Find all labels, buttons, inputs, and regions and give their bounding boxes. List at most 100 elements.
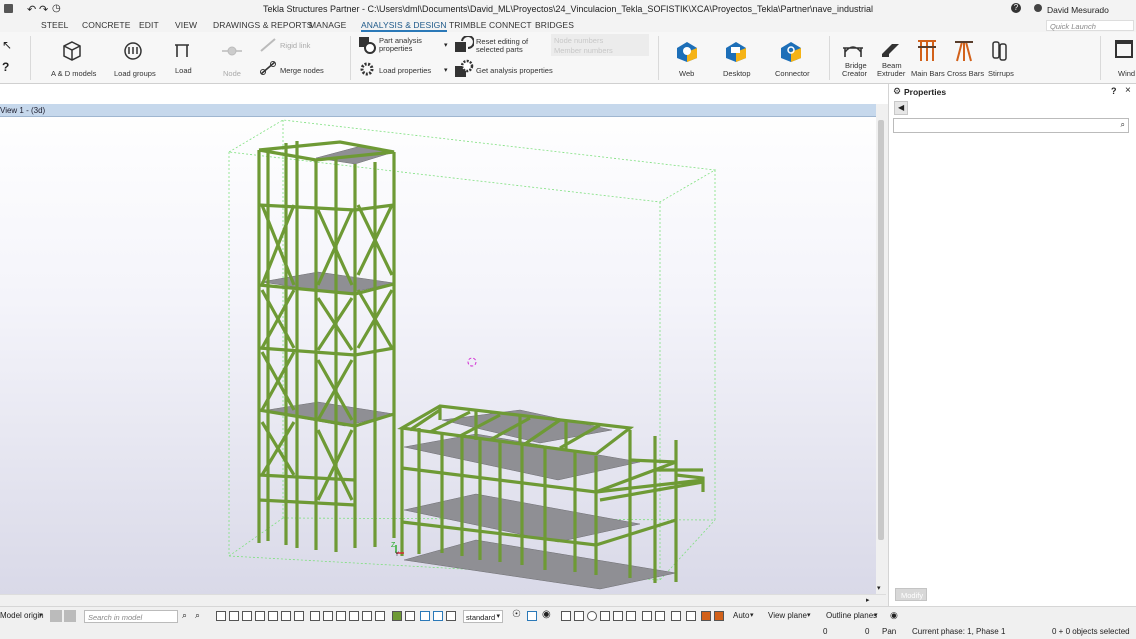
- reset-editing-icon[interactable]: [454, 36, 474, 54]
- select-surfaces-icon[interactable]: [362, 611, 372, 621]
- search-icon[interactable]: ⌕: [182, 610, 187, 621]
- ad-models-icon[interactable]: [62, 41, 82, 61]
- select-loads-icon[interactable]: [405, 611, 415, 621]
- select-cuts-icon[interactable]: [294, 611, 304, 621]
- chevron-down-icon[interactable]: ▾: [874, 611, 878, 619]
- menu-drawings-reports[interactable]: DRAWINGS & REPORTS: [213, 20, 313, 30]
- current-phase[interactable]: Current phase: 1, Phase 1: [912, 627, 1005, 636]
- select-assembly-icon[interactable]: [420, 611, 430, 621]
- select-grid-icon[interactable]: [255, 611, 265, 621]
- vertical-scrollbar[interactable]: ▾: [876, 104, 886, 594]
- snap-override-icon[interactable]: [527, 611, 537, 621]
- quick-launch-input[interactable]: Quick Launch: [1046, 20, 1134, 31]
- snap-ref-lines-icon[interactable]: [561, 611, 571, 621]
- select-lines-icon[interactable]: [268, 611, 278, 621]
- chevron-down-icon[interactable]: ▾: [39, 611, 43, 619]
- load-icon[interactable]: [172, 41, 192, 61]
- ad-models-label[interactable]: A & D models: [51, 69, 96, 78]
- menu-concrete[interactable]: CONCRETE: [82, 20, 131, 30]
- menu-analysis-design[interactable]: ANALYSIS & DESIGN: [361, 20, 447, 32]
- part-analysis-icon[interactable]: [358, 36, 376, 54]
- select-components-icon[interactable]: [336, 611, 346, 621]
- horizontal-scrollbar[interactable]: ▸: [0, 594, 886, 606]
- connector-icon[interactable]: [780, 41, 802, 63]
- snap-perpendicular-icon[interactable]: [626, 611, 636, 621]
- snap-midpoint-icon[interactable]: [613, 611, 623, 621]
- menu-trimble-connect[interactable]: TRIMBLE CONNECT: [449, 20, 532, 30]
- web-label[interactable]: Web: [679, 69, 694, 78]
- properties-search-input[interactable]: ⌕: [893, 118, 1129, 133]
- snap-parts-icon[interactable]: [714, 611, 724, 621]
- beam-extruder-icon[interactable]: [880, 40, 900, 58]
- load-groups-icon[interactable]: [123, 41, 143, 61]
- cross-bars-icon[interactable]: [953, 39, 975, 63]
- view-plane-select[interactable]: View plane: [768, 611, 807, 620]
- get-analysis-label[interactable]: Get analysis properties: [476, 66, 553, 75]
- windows-label[interactable]: Wind: [1118, 69, 1135, 78]
- vertical-scroll-thumb[interactable]: [878, 120, 884, 540]
- menu-steel[interactable]: STEEL: [41, 20, 68, 30]
- chevron-down-icon[interactable]: ▾: [750, 611, 754, 619]
- snap-rebar-icon[interactable]: [701, 611, 711, 621]
- menu-manage[interactable]: MANAGE: [309, 20, 346, 30]
- chevron-down-icon[interactable]: ▾: [807, 611, 811, 619]
- user-name[interactable]: David Mesurado: [1047, 5, 1109, 15]
- part-analysis-dropdown-icon[interactable]: ▾: [444, 41, 448, 49]
- select-hierarchy-icon[interactable]: [446, 611, 456, 621]
- structure-model[interactable]: Z Y: [0, 104, 876, 594]
- select-all-icon[interactable]: [229, 611, 239, 621]
- main-bars-icon[interactable]: [916, 39, 938, 63]
- eye-icon[interactable]: ◉: [890, 610, 898, 621]
- add-icon[interactable]: [50, 610, 62, 622]
- back-button[interactable]: ◀: [894, 101, 908, 115]
- select-analysis-icon[interactable]: [392, 611, 402, 621]
- stirrups-icon[interactable]: [991, 40, 1009, 62]
- model-view-3d[interactable]: Z Y: [0, 104, 876, 594]
- filter-select[interactable]: standard ▾: [463, 610, 503, 623]
- connector-label[interactable]: Connector: [775, 69, 810, 78]
- load-properties-dropdown-icon[interactable]: ▾: [444, 66, 448, 74]
- snap-geometry-icon[interactable]: [574, 611, 584, 621]
- load-label[interactable]: Load: [175, 66, 192, 75]
- select-reinforcement-icon[interactable]: [349, 611, 359, 621]
- query-icon[interactable]: ?: [2, 60, 9, 74]
- help-icon[interactable]: ?: [1011, 3, 1021, 13]
- load-properties-label[interactable]: Load properties: [379, 66, 431, 75]
- reset-editing-label-2[interactable]: selected parts: [476, 45, 523, 54]
- help-icon[interactable]: ?: [1111, 86, 1117, 96]
- search-in-model-input[interactable]: Search in model: [84, 610, 178, 623]
- select-parts-icon[interactable]: [242, 611, 252, 621]
- bridge-creator-icon[interactable]: [842, 40, 864, 58]
- beam-extruder-label-2[interactable]: Extruder: [877, 69, 905, 78]
- menu-view[interactable]: VIEW: [175, 20, 197, 30]
- scroll-right-icon[interactable]: ▸: [866, 596, 870, 604]
- snap-intersection-icon[interactable]: [600, 611, 610, 621]
- grid-icon[interactable]: [64, 610, 76, 622]
- select-object-icon[interactable]: [433, 611, 443, 621]
- load-groups-label[interactable]: Load groups: [114, 69, 156, 78]
- bridge-creator-label-2[interactable]: Creator: [842, 69, 867, 78]
- snap-nearest-icon[interactable]: [642, 611, 652, 621]
- modify-button[interactable]: Modify: [895, 588, 927, 601]
- close-icon[interactable]: ×: [1125, 85, 1131, 96]
- windows-icon[interactable]: [1115, 40, 1133, 58]
- menu-edit[interactable]: EDIT: [139, 20, 159, 30]
- load-properties-icon[interactable]: [359, 61, 375, 77]
- main-bars-label[interactable]: Main Bars: [911, 69, 945, 78]
- snap-grid-icon[interactable]: [686, 611, 696, 621]
- part-analysis-label-2[interactable]: properties: [379, 44, 412, 53]
- model-origin-select[interactable]: Model origin: [0, 611, 44, 620]
- auto-select[interactable]: Auto: [733, 611, 749, 620]
- stirrups-label[interactable]: Stirrups: [988, 69, 1014, 78]
- merge-nodes-icon[interactable]: [259, 60, 277, 76]
- select-views-icon[interactable]: [310, 611, 320, 621]
- cross-bars-label[interactable]: Cross Bars: [947, 69, 984, 78]
- menu-bridges[interactable]: BRIDGES: [535, 20, 574, 30]
- select-tool-icon[interactable]: [216, 611, 226, 621]
- select-bolts-icon[interactable]: [323, 611, 333, 621]
- snap-eye-icon[interactable]: ◉: [542, 609, 551, 620]
- desktop-icon[interactable]: [725, 41, 747, 63]
- snap-settings-icon[interactable]: ☉: [512, 609, 521, 620]
- select-welds-icon[interactable]: [281, 611, 291, 621]
- merge-nodes-label[interactable]: Merge nodes: [280, 66, 324, 75]
